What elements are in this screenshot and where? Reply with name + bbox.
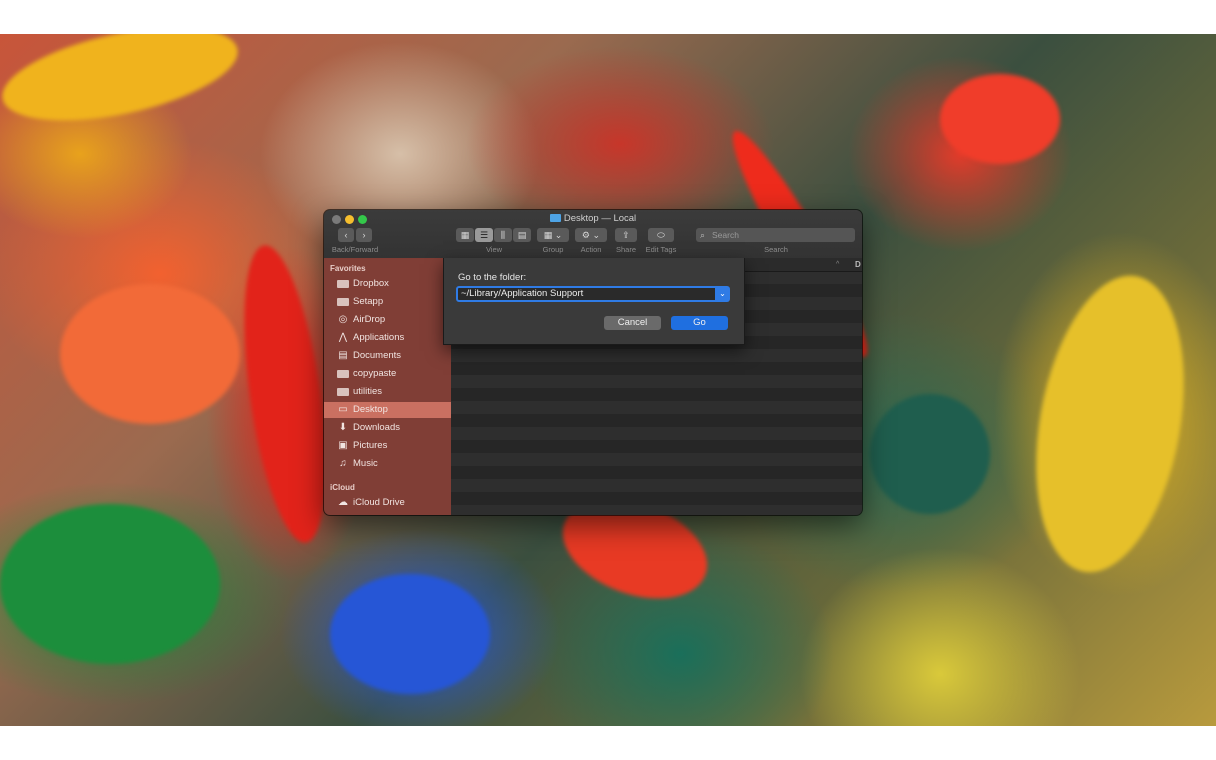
sidebar-item-label: Pictures (353, 440, 388, 451)
column-view-button[interactable]: ⫼ (494, 228, 512, 242)
folder-icon (337, 298, 349, 306)
group-button[interactable]: ▦ ⌄ (537, 228, 569, 242)
sheet-title: Go to the folder: (458, 272, 527, 283)
sidebar-heading-favorites: Favorites (330, 264, 366, 273)
search-placeholder: Search (712, 230, 739, 240)
music-icon: ♫ (339, 458, 347, 469)
grid-icon: ▦ (543, 230, 553, 240)
sidebar-item-applications[interactable]: ⋀ Applications (324, 330, 451, 346)
sidebar-item-desktop[interactable]: ▭ Desktop (324, 402, 451, 418)
forward-button[interactable]: › (356, 228, 372, 242)
desktop-icon: ▭ (338, 404, 348, 415)
paint-stroke (0, 34, 246, 139)
view-label: View (485, 245, 503, 254)
edit-tags-label: Edit Tags (645, 245, 677, 254)
folder-icon (337, 280, 349, 288)
sidebar-item-downloads[interactable]: ⬇ Downloads (324, 420, 451, 436)
sidebar-item-label: Downloads (353, 422, 400, 433)
sidebar-item-dropbox[interactable]: Dropbox (324, 276, 451, 292)
pictures-icon: ▣ (338, 440, 348, 451)
chevron-down-icon: ⌄ (554, 230, 563, 240)
sidebar-item-pictures[interactable]: ▣ Pictures (324, 438, 451, 454)
airdrop-icon: ◎ (338, 314, 348, 325)
folder-icon (337, 370, 349, 378)
icon-view-button[interactable]: ▦ (456, 228, 474, 242)
cloud-icon: ☁ (338, 497, 348, 508)
cancel-button[interactable]: Cancel (604, 316, 661, 330)
sidebar-item-label: Music (353, 458, 378, 469)
search-input[interactable]: ⌕ Search (696, 228, 855, 242)
chevron-down-icon: ⌄ (719, 289, 726, 298)
gear-icon: ⚙ (581, 230, 590, 240)
back-button[interactable]: ‹ (338, 228, 354, 242)
sidebar-item-label: copypaste (353, 368, 397, 379)
sidebar-item-copypaste[interactable]: copypaste (324, 366, 451, 382)
chevron-down-icon: ⌄ (592, 230, 601, 240)
paint-stroke (60, 284, 240, 424)
action-button[interactable]: ⚙ ⌄ (575, 228, 607, 242)
sidebar-item-label: AirDrop (353, 314, 386, 325)
sidebar-item-label: Documents (353, 350, 402, 361)
document-icon: ▤ (338, 350, 348, 361)
share-icon: ⇪ (622, 230, 630, 240)
applications-icon: ⋀ (338, 332, 348, 343)
sidebar-item-icloud-drive[interactable]: ☁ iCloud Drive (324, 495, 451, 511)
paint-stroke (0, 504, 220, 664)
sidebar-item-utilities[interactable]: utilities (324, 384, 451, 400)
folder-icon (549, 214, 561, 222)
folder-icon (337, 388, 349, 396)
sort-chevron-icon: ^ (836, 261, 840, 268)
search-icon: ⌕ (700, 230, 706, 240)
sidebar-item-label: Desktop (353, 404, 388, 415)
window-toolbar: Desktop — Local ‹ › Back/Forward ▦ ☰ ⫼ ▤… (324, 210, 862, 259)
share-button[interactable]: ⇪ (615, 228, 637, 242)
go-to-folder-sheet: Go to the folder: ~/Library/Application … (443, 258, 745, 345)
sidebar-item-music[interactable]: ♫ Music (324, 456, 451, 472)
sidebar-item-label: iCloud Drive (353, 497, 405, 508)
date-column-header[interactable]: D (855, 258, 861, 271)
sidebar-item-label: Setapp (353, 296, 384, 307)
sidebar-item-documents[interactable]: ▤ Documents (324, 348, 451, 364)
sidebar-item-label: Dropbox (353, 278, 389, 289)
back-forward-label: Back/Forward (331, 245, 379, 254)
sidebar-item-setapp[interactable]: Setapp (324, 294, 451, 310)
folder-path-input[interactable]: ~/Library/Application Support (456, 286, 718, 302)
list-view-button[interactable]: ☰ (475, 228, 493, 242)
edit-tags-button[interactable]: ⬭ (648, 228, 674, 242)
sidebar-item-airdrop[interactable]: ◎ AirDrop (324, 312, 451, 328)
action-label: Action (580, 245, 602, 254)
sidebar-item-label: utilities (353, 386, 383, 397)
download-icon: ⬇ (338, 422, 348, 433)
go-button[interactable]: Go (671, 316, 728, 330)
gallery-view-button[interactable]: ▤ (513, 228, 531, 242)
group-label: Group (542, 245, 564, 254)
recent-folders-dropdown-button[interactable]: ⌄ (715, 286, 730, 302)
paint-stroke (330, 574, 490, 694)
paint-stroke (940, 74, 1060, 164)
finder-window: Desktop — Local ‹ › Back/Forward ▦ ☰ ⫼ ▤… (324, 210, 862, 515)
search-label: Search (764, 245, 788, 254)
sidebar-heading-icloud: iCloud (330, 483, 355, 492)
paint-stroke (1015, 264, 1205, 584)
tag-icon: ⬭ (657, 230, 665, 240)
sidebar-item-label: Applications (353, 332, 405, 343)
sidebar: Favorites Dropbox Setapp ◎ AirDrop ⋀ App… (324, 258, 451, 515)
window-title: Desktop — Local (324, 213, 862, 224)
paint-stroke (870, 394, 990, 514)
